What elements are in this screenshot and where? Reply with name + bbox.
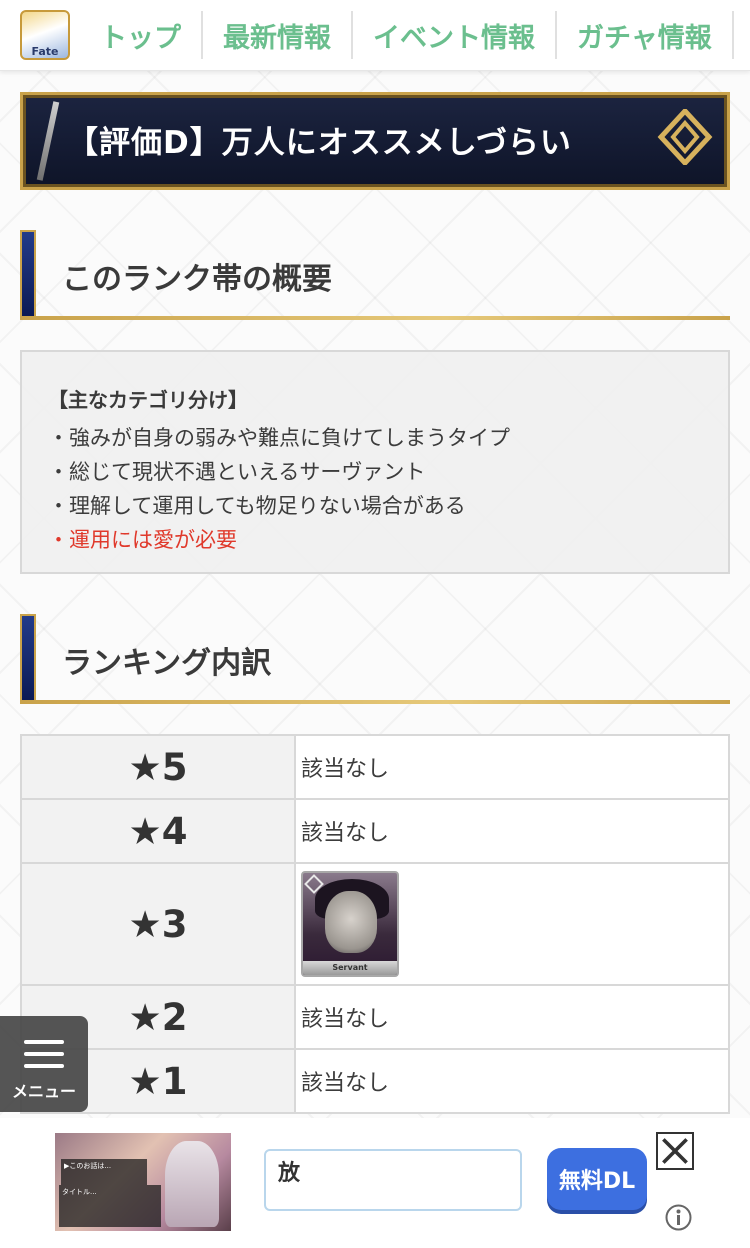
hamburger-icon <box>24 1040 64 1076</box>
overview-line: ・理解して運用しても物足りない場合がある <box>48 494 466 518</box>
table-row: ★3 Servant <box>20 862 730 986</box>
ad-text[interactable]: 放 <box>264 1149 522 1211</box>
menu-button[interactable]: メニュー <box>0 1016 88 1112</box>
free-download-button[interactable]: 無料DL <box>547 1148 647 1210</box>
nav-label: イベント情報 <box>373 22 535 54</box>
close-icon[interactable] <box>656 1132 694 1170</box>
ad-image[interactable]: ▶このお話は... タイトル... <box>55 1133 231 1231</box>
servant-card[interactable]: Servant <box>301 871 399 977</box>
rank-value-cell: 該当なし <box>294 734 730 800</box>
nav-item-top[interactable]: トップ <box>80 11 203 59</box>
rank-value-cell: 該当なし <box>294 798 730 864</box>
site-logo[interactable]: Fate <box>20 10 70 60</box>
section-heading-text: ランキング内訳 <box>62 646 272 681</box>
nav-label: ガチャ情報 <box>577 22 712 54</box>
info-icon[interactable] <box>665 1204 692 1231</box>
nav-item-gacha[interactable]: ガチャ情報 <box>557 11 734 59</box>
heading-underline <box>20 316 730 320</box>
servant-card-label: Servant <box>303 961 397 975</box>
star-rank-cell: ★3 <box>20 862 296 986</box>
rank-value-cell: 該当なし <box>294 1048 730 1114</box>
star-rank-cell: ★5 <box>20 734 296 800</box>
table-row: ★4 該当なし <box>20 798 730 864</box>
table-row: ★2 該当なし <box>20 984 730 1050</box>
nav-item-events[interactable]: イベント情報 <box>353 11 557 59</box>
rank-title: 【評価D】万人にオススメしづらい <box>67 125 572 161</box>
sword-ornament-icon <box>36 101 60 181</box>
top-nav: Fate トップ 最新情報 イベント情報 ガチャ情報 全 <box>0 0 750 71</box>
heading-accent-bar <box>20 230 36 318</box>
overview-line: ・総じて現状不遇といえるサーヴァント <box>48 460 426 484</box>
nav-label: トップ <box>100 22 181 54</box>
ranking-table: ★5 該当なし ★4 該当なし ★3 Servant ★2 該当なし ★1 該当… <box>20 734 730 1114</box>
rank-value-cell: 該当なし <box>294 984 730 1050</box>
category-title: 【主なカテゴリ分け】 <box>48 388 248 412</box>
rank-banner: 【評価D】万人にオススメしづらい <box>20 92 730 190</box>
servant-portrait-face <box>325 891 377 953</box>
menu-label: メニュー <box>11 1082 76 1101</box>
ad-image-caption: タイトル... <box>59 1185 161 1227</box>
ad-banner: ▶このお話は... タイトル... 放 無料DL <box>0 1118 750 1248</box>
overview-line-highlight: ・運用には愛が必要 <box>48 528 237 552</box>
overview-box: 【主なカテゴリ分け】 ・強みが自身の弱みや難点に負けてしまうタイプ ・総じて現状… <box>20 350 730 574</box>
table-row: ★5 該当なし <box>20 734 730 800</box>
rank-value-cell: Servant <box>294 862 730 986</box>
section-heading-ranking: ランキング内訳 <box>20 614 730 704</box>
heading-accent-bar <box>20 614 36 702</box>
gold-diamond-emblem-icon <box>657 109 713 165</box>
ad-character-art <box>165 1141 219 1227</box>
heading-underline <box>20 700 730 704</box>
section-heading-overview: このランク帯の概要 <box>20 230 730 320</box>
nav-item-news[interactable]: 最新情報 <box>203 11 353 59</box>
nav-item-more[interactable]: 全 <box>734 11 750 59</box>
logo-label: Fate <box>31 45 59 58</box>
star-rank-cell: ★4 <box>20 798 296 864</box>
overview-line: ・強みが自身の弱みや難点に負けてしまうタイプ <box>48 426 510 450</box>
ad-image-caption: ▶このお話は... <box>61 1159 147 1185</box>
nav-label: 最新情報 <box>223 22 331 54</box>
section-heading-text: このランク帯の概要 <box>62 262 332 297</box>
table-row: ★1 該当なし <box>20 1048 730 1114</box>
